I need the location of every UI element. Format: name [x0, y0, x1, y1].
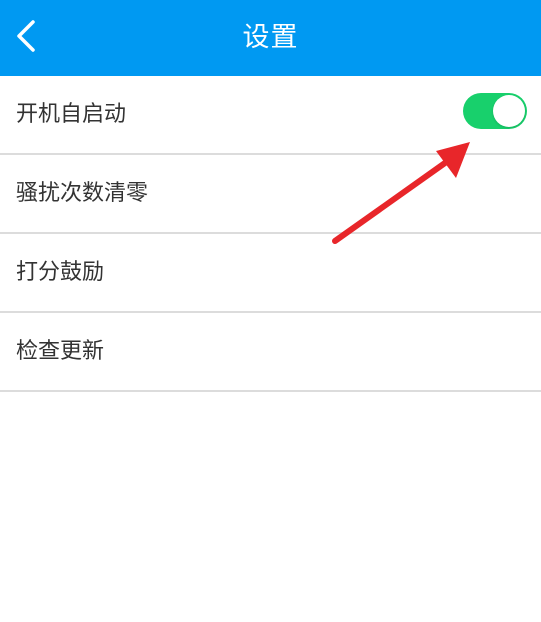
header-bar: 设置: [0, 0, 541, 76]
settings-item-auto-start[interactable]: 开机自启动: [0, 76, 541, 155]
page-title: 设置: [242, 22, 299, 53]
toggle-knob: [493, 95, 525, 127]
settings-item-check-update[interactable]: 检查更新: [0, 313, 541, 392]
settings-item-rate-encourage[interactable]: 打分鼓励: [0, 234, 541, 313]
settings-item-label: 骚扰次数清零: [16, 181, 149, 206]
settings-item-label: 开机自启动: [16, 102, 127, 127]
settings-item-label: 检查更新: [16, 339, 105, 364]
settings-list: 开机自启动 骚扰次数清零 打分鼓励 检查更新: [0, 76, 541, 392]
settings-item-reset-harassment-count[interactable]: 骚扰次数清零: [0, 155, 541, 234]
settings-item-label: 打分鼓励: [16, 260, 105, 285]
auto-start-toggle[interactable]: [463, 93, 527, 129]
